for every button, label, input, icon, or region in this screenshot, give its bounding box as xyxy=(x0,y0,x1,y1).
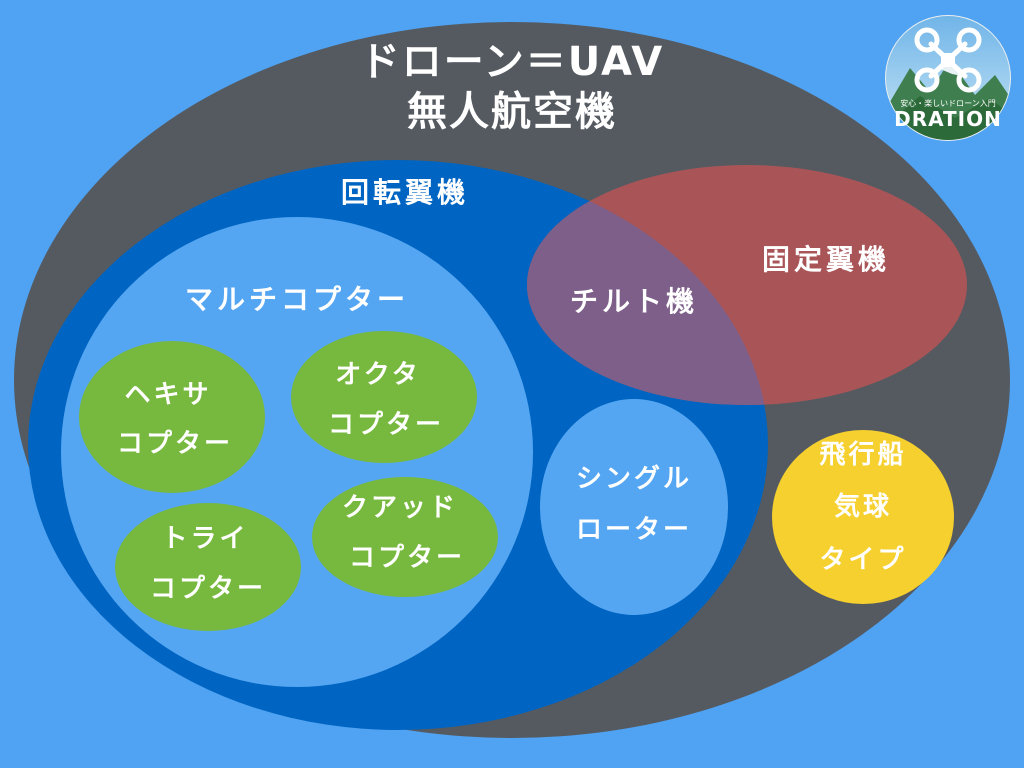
quadcopter-label-1: クアッド xyxy=(342,493,458,523)
drone-classification-diagram: ドローン＝UAV 無人航空機 回転翼機 固定翼機 チルト機 マルチコプター ヘキ… xyxy=(0,0,1024,768)
hexacopter-ellipse xyxy=(79,341,265,493)
octacopter-ellipse xyxy=(291,331,477,463)
logo-name: DRATION xyxy=(894,107,1002,131)
dration-logo: 安心・楽しいドローン入門 DRATION xyxy=(885,15,1011,141)
title-line-2: 無人航空機 xyxy=(407,89,617,135)
rotary-wing-label: 回転翼機 xyxy=(341,176,469,209)
single-rotor-ellipse xyxy=(540,399,728,615)
octacopter-label-1: オクタ xyxy=(335,360,420,390)
tricopter-label-1: トライ xyxy=(161,524,248,554)
multicopter-label: マルチコプター xyxy=(185,283,409,316)
diagram-canvas: ドローン＝UAV 無人航空機 回転翼機 固定翼機 チルト機 マルチコプター ヘキ… xyxy=(14,15,1011,738)
hexacopter-label-1: ヘキサ xyxy=(124,380,211,410)
title-line-1: ドローン＝UAV xyxy=(360,39,664,85)
quadcopter-label-2: コプター xyxy=(349,543,465,573)
airship-label-2: 気球 xyxy=(834,491,892,522)
tricopter-label-2: コプター xyxy=(150,574,266,604)
tricopter-ellipse xyxy=(115,503,301,631)
fixed-wing-label: 固定翼機 xyxy=(762,243,890,276)
octacopter-label-2: コプター xyxy=(328,410,444,440)
single-rotor-label-1: シングル xyxy=(576,464,692,494)
tilt-label: チルト機 xyxy=(570,285,698,318)
airship-label-3: タイプ xyxy=(819,545,906,575)
single-rotor-label-2: ローター xyxy=(576,515,692,545)
airship-label-1: 飛行船 xyxy=(819,439,906,470)
hexacopter-label-2: コプター xyxy=(117,429,233,459)
